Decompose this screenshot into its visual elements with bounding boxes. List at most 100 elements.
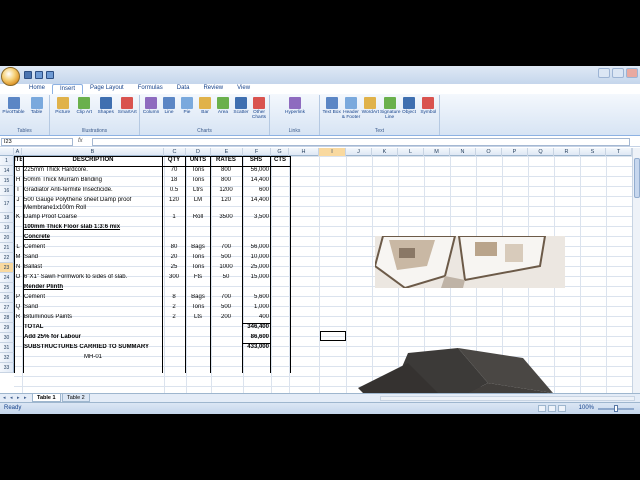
line-button[interactable]: Line bbox=[160, 97, 178, 115]
page-layout-view-button[interactable] bbox=[548, 405, 556, 412]
wordart-button[interactable]: WordArt bbox=[361, 97, 380, 115]
office-button[interactable] bbox=[1, 67, 20, 86]
column-header-p[interactable]: P bbox=[502, 148, 528, 156]
row-units: Lts bbox=[193, 314, 202, 320]
row-header-33[interactable]: 33 bbox=[0, 363, 14, 373]
column-header-o[interactable]: O bbox=[476, 148, 502, 156]
row-header-19[interactable]: 19 bbox=[0, 223, 14, 233]
name-box[interactable]: I23 bbox=[1, 138, 73, 146]
row-header-17[interactable]: 17 bbox=[0, 196, 14, 213]
column-header-e[interactable]: E bbox=[211, 148, 243, 156]
row-header-30[interactable]: 30 bbox=[0, 333, 14, 343]
column-header-g[interactable]: G bbox=[271, 148, 289, 156]
column-header-b[interactable]: B bbox=[22, 148, 164, 156]
normal-view-button[interactable] bbox=[538, 405, 546, 412]
row-header-26[interactable]: 26 bbox=[0, 293, 14, 303]
text-box-label: Text Box bbox=[322, 110, 341, 115]
smartart-button[interactable]: SmartArt bbox=[117, 97, 139, 115]
column-header-h[interactable]: H bbox=[289, 148, 319, 156]
undo-icon[interactable] bbox=[35, 71, 43, 79]
column-header-j[interactable]: J bbox=[346, 148, 372, 156]
row-header-14[interactable]: 14 bbox=[0, 166, 14, 176]
row-header-18[interactable]: 18 bbox=[0, 213, 14, 223]
page-break-view-button[interactable] bbox=[558, 405, 566, 412]
shapes-button[interactable]: Shapes bbox=[95, 97, 117, 115]
column-header-t[interactable]: T bbox=[606, 148, 632, 156]
object-button[interactable]: Object bbox=[399, 97, 418, 115]
column-button[interactable]: Column bbox=[142, 97, 160, 115]
select-all-corner[interactable] bbox=[0, 148, 14, 156]
row-header-31[interactable]: 31 bbox=[0, 343, 14, 353]
column-header-m[interactable]: M bbox=[424, 148, 450, 156]
area-button[interactable]: Area bbox=[214, 97, 232, 115]
house-3d-render[interactable] bbox=[348, 343, 558, 393]
maximize-button[interactable] bbox=[612, 68, 624, 78]
table-button[interactable]: Table bbox=[25, 97, 48, 115]
column-header-c[interactable]: C bbox=[164, 148, 186, 156]
row-header-27[interactable]: 27 bbox=[0, 303, 14, 313]
column-header-s[interactable]: S bbox=[580, 148, 606, 156]
column-header-r[interactable]: R bbox=[554, 148, 580, 156]
zoom-level[interactable]: 100% bbox=[579, 405, 594, 411]
hyperlink-button[interactable]: Hyperlink bbox=[272, 97, 318, 115]
picture-button[interactable]: Picture bbox=[52, 97, 74, 115]
row-header-20[interactable]: 20 bbox=[0, 233, 14, 243]
clip-art-button[interactable]: Clip Art bbox=[74, 97, 96, 115]
row-header-15[interactable]: 15 bbox=[0, 176, 14, 186]
floor-plan-3d-render[interactable] bbox=[375, 236, 565, 288]
column-header-n[interactable]: N bbox=[450, 148, 476, 156]
prev-sheet-icon[interactable]: ◂ bbox=[10, 395, 16, 401]
row-header-21[interactable]: 21 bbox=[0, 243, 14, 253]
column-header-k[interactable]: K bbox=[372, 148, 398, 156]
minimize-button[interactable] bbox=[598, 68, 610, 78]
row-header-29[interactable]: 29 bbox=[0, 323, 14, 333]
sheet-tab-table-1[interactable]: Table 1 bbox=[32, 394, 61, 402]
column-header-l[interactable]: L bbox=[398, 148, 424, 156]
first-sheet-icon[interactable]: ◂ bbox=[3, 395, 9, 401]
worksheet[interactable]: ABCDEFGHIJKLMNOPQRST 1 14 15 16 17 18 19 20 21 22… bbox=[0, 148, 632, 393]
pivottable-label: PivotTable bbox=[2, 110, 25, 115]
next-sheet-icon[interactable]: ▸ bbox=[17, 395, 23, 401]
vertical-scrollbar[interactable] bbox=[632, 148, 640, 393]
text-box-button[interactable]: Text Box bbox=[322, 97, 341, 115]
last-sheet-icon[interactable]: ▸ bbox=[24, 395, 30, 401]
row-header-22[interactable]: 22 bbox=[0, 253, 14, 263]
scroll-thumb[interactable] bbox=[634, 158, 640, 198]
row-header-24[interactable]: 24 bbox=[0, 273, 14, 283]
bar-button[interactable]: Bar bbox=[196, 97, 214, 115]
row-header-32[interactable]: 32 bbox=[0, 353, 14, 363]
header-footer-button[interactable]: Header & Footer bbox=[341, 97, 360, 120]
tab-review[interactable]: Review bbox=[196, 84, 230, 94]
active-cell[interactable] bbox=[320, 331, 346, 341]
tab-data[interactable]: Data bbox=[170, 84, 197, 94]
row-header-28[interactable]: 28 bbox=[0, 313, 14, 323]
pivottable-button[interactable]: PivotTable bbox=[2, 97, 25, 115]
column-header-a[interactable]: A bbox=[14, 148, 22, 156]
horizontal-scrollbar[interactable] bbox=[380, 396, 635, 401]
row-header-1[interactable]: 1 bbox=[0, 156, 14, 166]
sheet-tab-table-2[interactable]: Table 2 bbox=[62, 394, 90, 402]
zoom-knob[interactable] bbox=[614, 405, 618, 412]
fx-icon[interactable]: fx bbox=[78, 138, 83, 144]
symbol-button[interactable]: Symbol bbox=[419, 97, 438, 115]
column-header-i[interactable]: I bbox=[319, 148, 346, 156]
formula-input[interactable] bbox=[92, 138, 630, 146]
close-button[interactable] bbox=[626, 68, 638, 78]
scatter-button[interactable]: Scatter bbox=[232, 97, 250, 115]
signature-line-button[interactable]: Signature Line bbox=[380, 97, 401, 120]
tab-insert[interactable]: Insert bbox=[52, 84, 84, 94]
row-header-23[interactable]: 23 bbox=[0, 263, 14, 273]
row-header-16[interactable]: 16 bbox=[0, 186, 14, 196]
tab-home[interactable]: Home bbox=[22, 84, 52, 94]
other-charts-button[interactable]: Other Charts bbox=[250, 97, 268, 120]
redo-icon[interactable] bbox=[46, 71, 54, 79]
tab-page-layout[interactable]: Page Layout bbox=[83, 84, 131, 94]
row-header-25[interactable]: 25 bbox=[0, 283, 14, 293]
pie-button[interactable]: Pie bbox=[178, 97, 196, 115]
column-header-q[interactable]: Q bbox=[528, 148, 554, 156]
column-header-d[interactable]: D bbox=[186, 148, 211, 156]
tab-formulas[interactable]: Formulas bbox=[131, 84, 170, 94]
column-header-f[interactable]: F bbox=[243, 148, 271, 156]
tab-view[interactable]: View bbox=[230, 84, 257, 94]
save-icon[interactable] bbox=[24, 71, 32, 79]
